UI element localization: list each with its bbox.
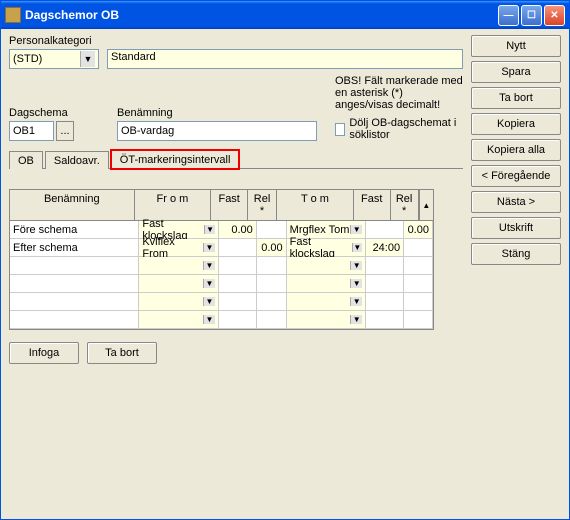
chevron-down-icon: ▼ xyxy=(203,315,215,324)
tabort-local-button[interactable]: Ta bort xyxy=(87,342,157,364)
infoga-button[interactable]: Infoga xyxy=(9,342,79,364)
tab-ot-markeringsintervall[interactable]: ÖT-markeringsintervall xyxy=(111,150,240,169)
cell-rel2[interactable] xyxy=(404,239,433,256)
hide-checkbox-label: Dölj OB-dagschemat i söklistor xyxy=(349,117,463,141)
chevron-down-icon: ▼ xyxy=(80,51,95,67)
table-row[interactable]: ▼ ▼ xyxy=(10,257,433,275)
table-row[interactable]: ▼ ▼ xyxy=(10,275,433,293)
grid: Benämning Fr o m Fast Rel * T o m Fast R… xyxy=(9,189,434,330)
chevron-down-icon: ▼ xyxy=(350,279,362,288)
tab-strip: OB Saldoavr. ÖT-markeringsintervall xyxy=(9,149,463,169)
cell-to[interactable]: Fast klockslag▼ xyxy=(287,239,367,256)
label-personalkategori: Personalkategori xyxy=(9,35,99,47)
spacer-label xyxy=(107,35,463,47)
hide-checkbox[interactable] xyxy=(335,123,345,136)
col-fast: Fast xyxy=(211,190,248,220)
chevron-down-icon: ▼ xyxy=(350,297,362,306)
dagschema-browse-button[interactable]: ... xyxy=(56,121,74,141)
table-row[interactable]: ▼ ▼ xyxy=(10,293,433,311)
window-title: Dagschemor OB xyxy=(25,8,498,22)
chevron-down-icon: ▼ xyxy=(203,297,215,306)
cell-rel[interactable]: 0.00 xyxy=(257,239,287,256)
sidebar: Nytt Spara Ta bort Kopiera Kopiera alla … xyxy=(471,35,561,511)
foregaende-button[interactable]: < Föregående xyxy=(471,165,561,187)
col-from: Fr o m xyxy=(135,190,212,220)
standard-text[interactable]: Standard xyxy=(107,49,463,69)
cell-rel2[interactable]: 0.00 xyxy=(404,221,433,238)
titlebar: Dagschemor OB — ☐ ✕ xyxy=(1,1,569,29)
maximize-button[interactable]: ☐ xyxy=(521,5,542,26)
cell-from[interactable]: Kvlflex From▼ xyxy=(139,239,219,256)
cell-fast2[interactable] xyxy=(366,221,404,238)
benamning-input[interactable] xyxy=(117,121,317,141)
utskrift-button[interactable]: Utskrift xyxy=(471,217,561,239)
spara-button[interactable]: Spara xyxy=(471,61,561,83)
chevron-down-icon: ▼ xyxy=(204,225,215,234)
stang-button[interactable]: Stäng xyxy=(471,243,561,265)
col-rel: Rel * xyxy=(248,190,277,220)
kopiera-alla-button[interactable]: Kopiera alla xyxy=(471,139,561,161)
chevron-down-icon: ▼ xyxy=(352,243,363,252)
main-panel: Personalkategori (STD) ▼ Standard Dagsch… xyxy=(9,35,463,511)
chevron-down-icon: ▼ xyxy=(203,279,215,288)
nasta-button[interactable]: Nästa > xyxy=(471,191,561,213)
cell-fast2[interactable]: 24:00 xyxy=(366,239,404,256)
grid-body: Före schema Fast klockslag▼ 0.00 Mrgflex… xyxy=(10,221,433,329)
chevron-down-icon: ▼ xyxy=(350,225,362,234)
cell-fast[interactable] xyxy=(219,239,257,256)
close-button[interactable]: ✕ xyxy=(544,5,565,26)
minimize-button[interactable]: — xyxy=(498,5,519,26)
kopiera-button[interactable]: Kopiera xyxy=(471,113,561,135)
tabort-button[interactable]: Ta bort xyxy=(471,87,561,109)
cell-rel[interactable] xyxy=(257,221,287,238)
chevron-down-icon: ▼ xyxy=(203,243,215,252)
cell-fast[interactable]: 0.00 xyxy=(219,221,257,238)
chevron-down-icon: ▼ xyxy=(350,261,362,270)
nytt-button[interactable]: Nytt xyxy=(471,35,561,57)
cell-name: Före schema xyxy=(10,221,139,238)
col-to: T o m xyxy=(277,190,354,220)
standard-value: Standard xyxy=(111,51,156,63)
col-benamning: Benämning xyxy=(10,190,135,220)
cell-name: Efter schema xyxy=(10,239,139,256)
table-row[interactable]: ▼ ▼ xyxy=(10,311,433,329)
personalkategori-value: (STD) xyxy=(13,53,42,65)
decimal-note: OBS! Fält markerade med en asterisk (*) … xyxy=(335,75,463,111)
table-row[interactable]: Före schema Fast klockslag▼ 0.00 Mrgflex… xyxy=(10,221,433,239)
col-fast2: Fast xyxy=(354,190,391,220)
dagschema-input[interactable] xyxy=(9,121,54,141)
label-dagschema: Dagschema xyxy=(9,107,79,119)
label-benamning: Benämning xyxy=(117,107,317,119)
app-window: Dagschemor OB — ☐ ✕ Personalkategori (ST… xyxy=(0,0,570,520)
col-rel2: Rel * xyxy=(391,190,419,220)
table-row[interactable]: Efter schema Kvlflex From▼ 0.00 Fast klo… xyxy=(10,239,433,257)
grid-header: Benämning Fr o m Fast Rel * T o m Fast R… xyxy=(10,190,433,221)
tab-ob[interactable]: OB xyxy=(9,151,43,169)
app-icon xyxy=(5,7,21,23)
chevron-down-icon: ▼ xyxy=(350,315,362,324)
chevron-down-icon: ▼ xyxy=(203,261,215,270)
personalkategori-combo[interactable]: (STD) ▼ xyxy=(9,49,99,69)
scroll-up-icon[interactable]: ▲ xyxy=(419,190,433,220)
tab-saldoavr[interactable]: Saldoavr. xyxy=(45,151,109,169)
